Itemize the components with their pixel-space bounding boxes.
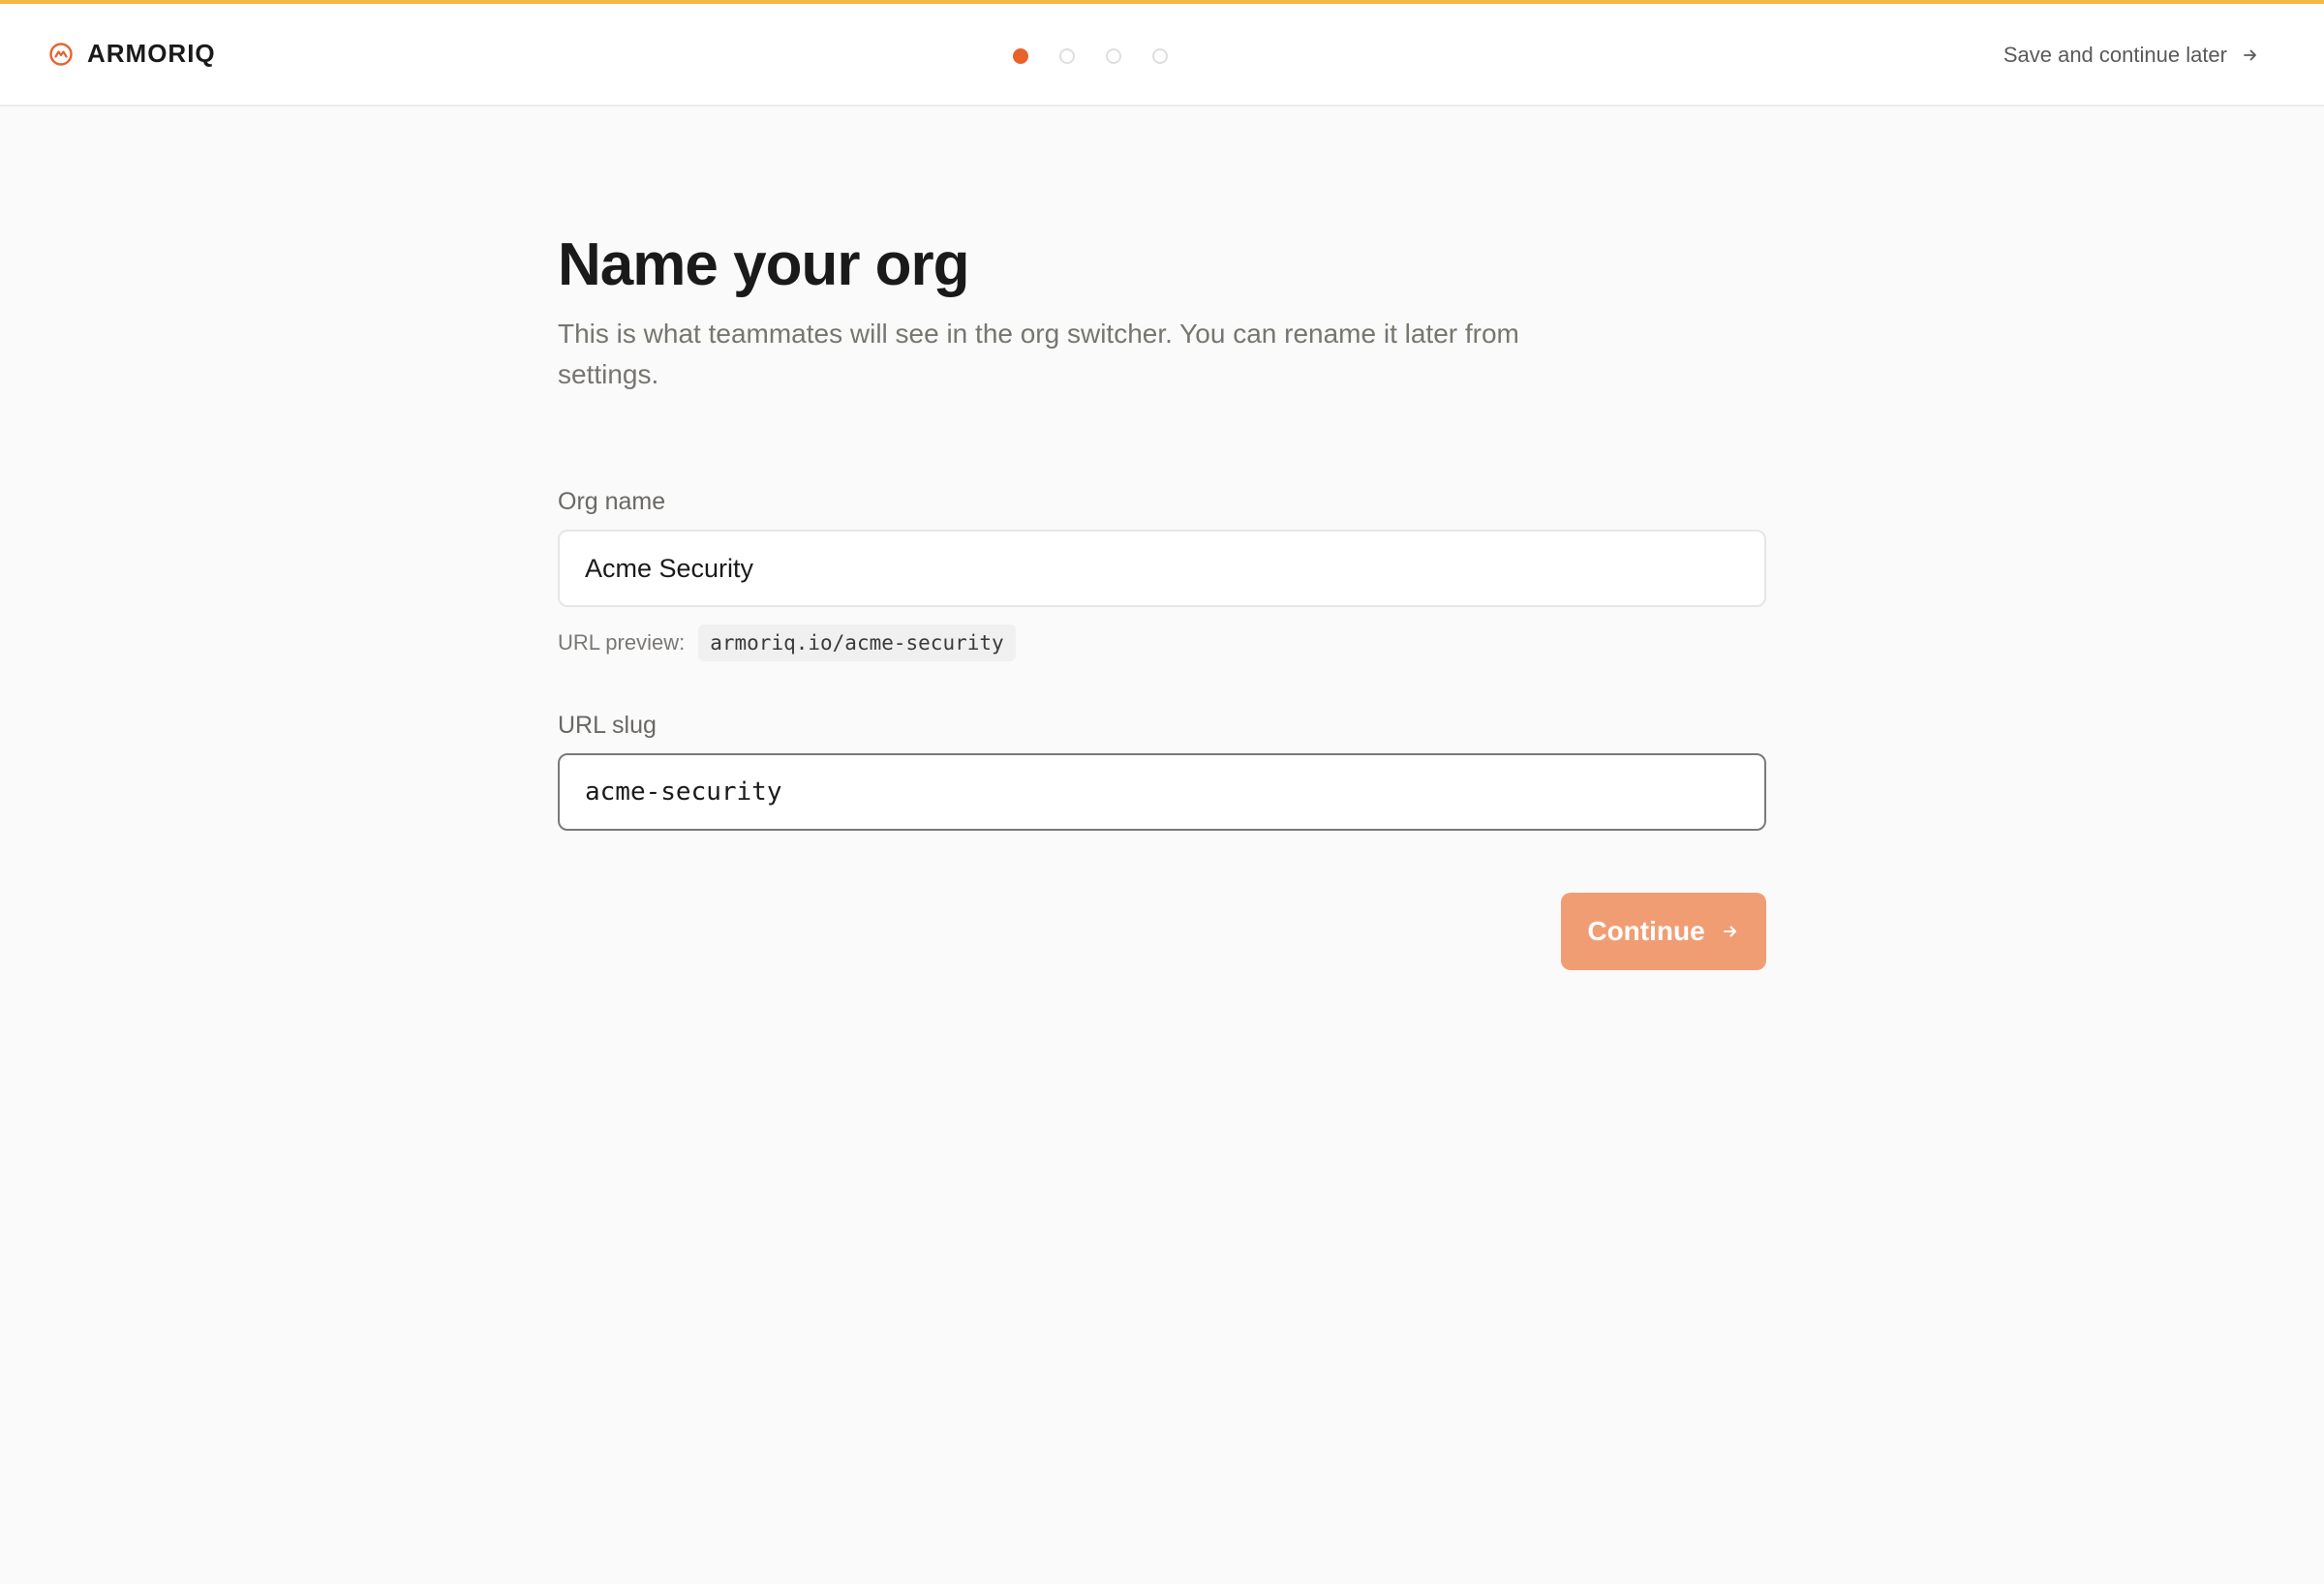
continue-label: Continue <box>1587 916 1705 946</box>
top-bar: ARMORIQ Save and continue later <box>0 4 2324 107</box>
continue-button[interactable]: Continue <box>1561 893 1766 970</box>
url-preview: URL preview: armoriq.io/acme-security <box>558 624 1766 661</box>
brand-name: ARMORIQ <box>87 39 216 68</box>
page-title: Name your org <box>558 231 970 298</box>
step-indicator <box>1013 48 1168 64</box>
url-slug-input[interactable] <box>558 753 1766 831</box>
url-preview-value: armoriq.io/acme-security <box>698 624 1016 661</box>
save-and-continue-later-link[interactable]: Save and continue later <box>2003 43 2260 68</box>
step-dot-3 <box>1106 48 1121 64</box>
step-dot-2 <box>1059 48 1075 64</box>
page-subtitle: This is what teammates will see in the o… <box>558 319 1519 389</box>
url-slug-label: URL slug <box>558 712 657 739</box>
armoriq-logo-icon <box>49 42 73 66</box>
org-name-input[interactable] <box>558 530 1766 607</box>
url-preview-label: URL preview: <box>558 630 686 655</box>
brand[interactable]: ARMORIQ <box>48 39 216 69</box>
main-content: Name your org This is what teammates wil… <box>558 228 1766 970</box>
org-name-label: Org name <box>558 488 666 515</box>
step-dot-1 <box>1013 48 1028 64</box>
arrow-right-icon <box>1723 926 1736 937</box>
step-dot-4 <box>1152 48 1168 64</box>
save-later-label: Save and continue later <box>2003 43 2227 67</box>
arrow-right-icon <box>2244 49 2256 61</box>
form-actions: Continue <box>558 893 1766 970</box>
